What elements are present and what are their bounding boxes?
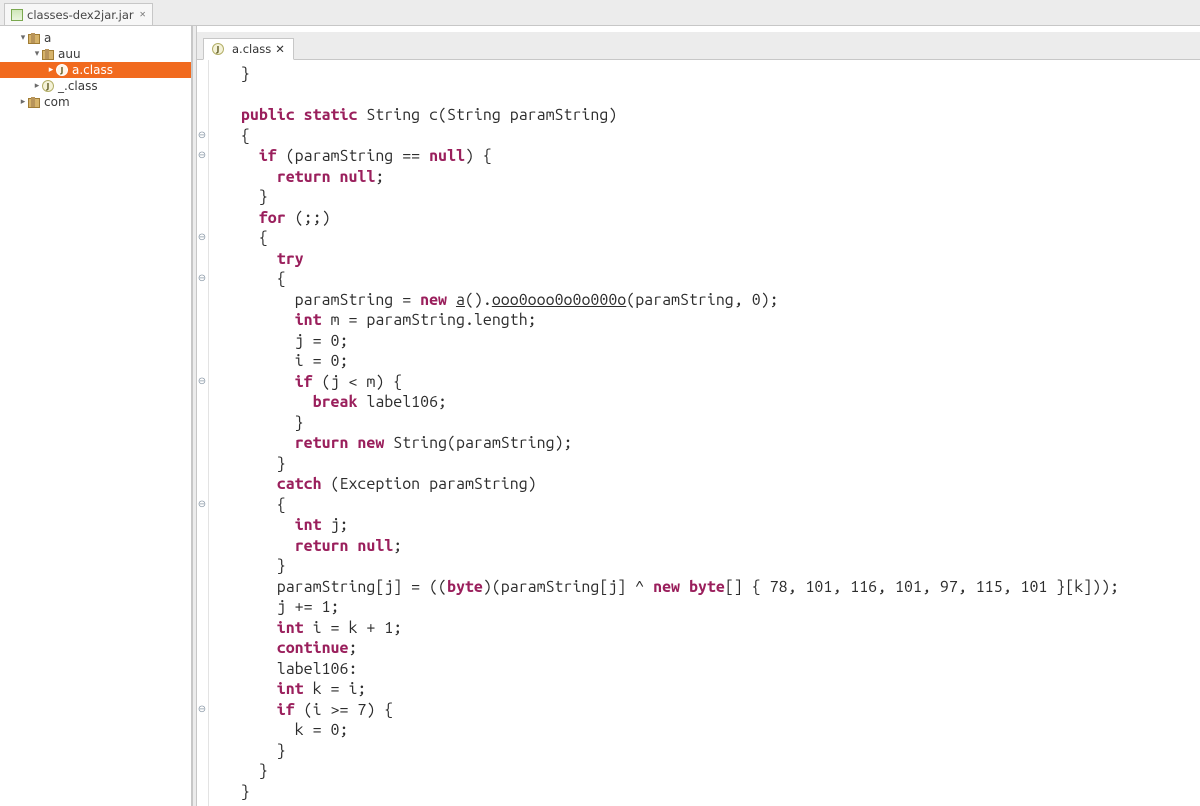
- gutter-blank: [197, 679, 207, 700]
- gutter-blank: [197, 310, 207, 331]
- gutter-blank: [197, 638, 207, 659]
- gutter-blank: [197, 618, 207, 639]
- class-icon: J: [56, 64, 68, 76]
- gutter-blank: [197, 741, 207, 762]
- gutter-blank: [197, 105, 207, 126]
- editor-body: } public static String c(String paramStr…: [197, 60, 1200, 806]
- gutter-blank: [197, 536, 207, 557]
- gutter-blank: [197, 392, 207, 413]
- gutter-blank: [197, 454, 207, 475]
- tree-node-label: com: [44, 95, 70, 109]
- gutter-blank: [197, 659, 207, 680]
- class-icon: J: [212, 43, 224, 55]
- expand-arrow-icon[interactable]: ▸: [32, 81, 42, 91]
- gutter-blank: [197, 167, 207, 188]
- gutter-blank: [197, 782, 207, 803]
- editor-tab-aclass[interactable]: J a.class ✕: [203, 38, 294, 60]
- editor-tab-label: a.class: [232, 42, 271, 56]
- expand-arrow-icon[interactable]: ▾: [32, 49, 42, 59]
- tree-node[interactable]: ▾a: [0, 30, 191, 46]
- package-tree[interactable]: ▾a▾auu▸Ja.class▸J_.class▸com: [0, 26, 192, 806]
- tree-node[interactable]: ▸Ja.class: [0, 62, 191, 78]
- tree-node[interactable]: ▸J _.class: [0, 78, 191, 94]
- editor-tabbar: J a.class ✕: [197, 32, 1200, 60]
- package-icon: [42, 49, 54, 59]
- package-icon: [28, 97, 40, 107]
- tree-node[interactable]: ▸ com: [0, 94, 191, 110]
- gutter-blank: [197, 761, 207, 782]
- close-icon[interactable]: ✕: [138, 9, 146, 20]
- gutter-blank: [197, 64, 207, 85]
- gutter-blank: [197, 556, 207, 577]
- jar-icon: [11, 9, 23, 21]
- tree-node-label: auu: [58, 47, 81, 61]
- gutter-blank: [197, 208, 207, 229]
- fold-toggle-icon[interactable]: [197, 126, 207, 147]
- gutter-blank: [197, 515, 207, 536]
- fold-toggle-icon[interactable]: [197, 700, 207, 721]
- workspace: ▾a▾auu▸Ja.class▸J_.class▸com J a.class ✕…: [0, 26, 1200, 806]
- gutter-blank: [197, 85, 207, 106]
- fold-toggle-icon[interactable]: [197, 269, 207, 290]
- gutter-blank: [197, 413, 207, 434]
- tree-node-label: a.class: [72, 63, 113, 77]
- close-icon[interactable]: ✕: [275, 42, 285, 56]
- class-icon: J: [42, 80, 54, 92]
- expand-arrow-icon[interactable]: ▸: [18, 97, 28, 107]
- window-tabbar: classes-dex2jar.jar ✕: [0, 0, 1200, 26]
- package-icon: [28, 33, 40, 43]
- fold-toggle-icon[interactable]: [197, 495, 207, 516]
- gutter-blank: [197, 249, 207, 270]
- fold-toggle-icon[interactable]: [197, 146, 207, 167]
- source-code[interactable]: } public static String c(String paramStr…: [209, 60, 1119, 806]
- gutter-blank: [197, 577, 207, 598]
- gutter-blank: [197, 351, 207, 372]
- tree-node-label: a: [44, 31, 51, 45]
- fold-toggle-icon[interactable]: [197, 228, 207, 249]
- gutter-blank: [197, 720, 207, 741]
- gutter-blank: [197, 597, 207, 618]
- fold-gutter[interactable]: [197, 60, 209, 806]
- gutter-blank: [197, 187, 207, 208]
- expand-arrow-icon[interactable]: ▸: [46, 65, 56, 75]
- gutter-blank: [197, 433, 207, 454]
- gutter-blank: [197, 290, 207, 311]
- window-tab-jar[interactable]: classes-dex2jar.jar ✕: [4, 3, 153, 25]
- expand-arrow-icon[interactable]: ▾: [18, 33, 28, 43]
- fold-toggle-icon[interactable]: [197, 372, 207, 393]
- tree-node[interactable]: ▾ auu: [0, 46, 191, 62]
- gutter-blank: [197, 474, 207, 495]
- editor-area: J a.class ✕ } public static String c(Str…: [197, 26, 1200, 806]
- tree-node-label: _.class: [58, 79, 98, 93]
- gutter-blank: [197, 331, 207, 352]
- window-tab-label: classes-dex2jar.jar: [27, 8, 134, 22]
